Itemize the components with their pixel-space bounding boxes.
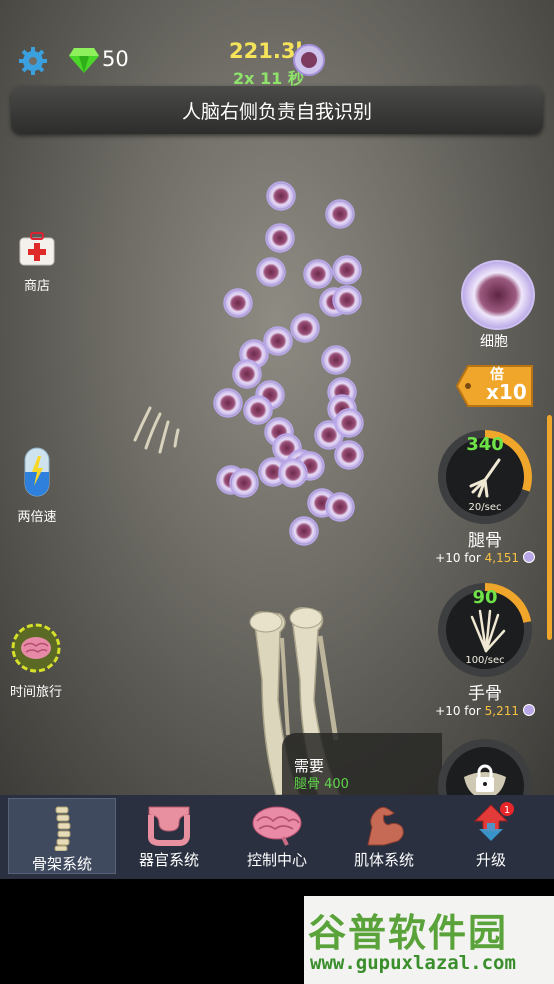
bottom-nav: 骨架系统 器官系统 控制中心 肌体系统 1 升级 — [0, 795, 554, 879]
top-bar: 50 221.3k 2x 11 秒 — [0, 38, 554, 88]
floating-cell[interactable] — [332, 285, 362, 315]
gem-icon — [69, 48, 99, 73]
floating-cell[interactable] — [256, 257, 286, 287]
floating-cell[interactable] — [325, 492, 355, 522]
locked-upgrade[interactable] — [436, 737, 534, 795]
upgrade-cost: +10 for 5,211 — [416, 704, 554, 718]
floating-cell[interactable] — [290, 313, 320, 343]
svg-text:1: 1 — [504, 805, 510, 816]
locked-ring — [438, 739, 532, 795]
upgrade-level: 340 — [466, 434, 504, 455]
claw-marks — [133, 406, 180, 454]
double-speed-button[interactable]: 两倍速 — [10, 446, 64, 525]
tab-control-center[interactable]: 控制中心 — [223, 795, 331, 873]
tab-label: 骨架系统 — [31, 855, 92, 873]
tab-label: 升级 — [475, 851, 506, 869]
upgrade-leg-bone[interactable]: 340 20/sec 腿骨 +10 for 4,151 — [435, 428, 535, 565]
floating-cell[interactable] — [229, 468, 259, 498]
upgrade-name: 腿骨 — [468, 531, 502, 551]
tab-label: 器官系统 — [138, 851, 199, 869]
requirement-panel: 需要 腿骨 400 — [282, 733, 442, 795]
requirement-text: 腿骨 400 — [294, 777, 349, 792]
floating-cell[interactable] — [289, 516, 319, 546]
tab-skeleton-system[interactable]: 骨架系统 — [8, 798, 116, 874]
first-aid-kit-icon — [19, 232, 55, 266]
fact-banner: 人脑右侧负责自我识别 — [11, 86, 543, 134]
brain-clock-icon — [11, 623, 61, 673]
upgrade-rate: 20/sec — [468, 502, 502, 513]
time-travel-button[interactable]: 时间旅行 — [6, 623, 66, 700]
watermark-title: 谷普软件园 — [308, 911, 509, 955]
hand-bone-icon — [470, 609, 506, 653]
floating-cell[interactable] — [213, 388, 243, 418]
big-cell-icon[interactable] — [458, 257, 538, 333]
floating-cell[interactable] — [334, 440, 364, 470]
watermark: 谷普软件园 www.gupuxlazal.com — [304, 896, 554, 984]
cell-currency-icon — [522, 551, 535, 563]
floating-cell[interactable] — [334, 408, 364, 438]
upgrade-cost: +10 for 4,151 — [416, 551, 554, 565]
floating-cell[interactable] — [223, 288, 253, 318]
shop-button[interactable]: 商店 — [12, 231, 62, 294]
gem-count: 50 — [102, 47, 129, 71]
spine-icon — [54, 806, 71, 851]
shop-label: 商店 — [23, 279, 50, 294]
cell-label: 细胞 — [480, 334, 508, 350]
upgrade-arrow-icon: 1 — [473, 802, 514, 841]
time-travel-label: 时间旅行 — [9, 685, 62, 700]
tab-label: 肌体系统 — [353, 851, 414, 869]
tab-upgrade[interactable]: 1 升级 — [437, 795, 545, 873]
upgrade-scrollbar[interactable] — [547, 415, 552, 640]
floating-cell[interactable] — [325, 199, 355, 229]
intestine-icon — [148, 806, 190, 846]
watermark-url: www.gupuxlazal.com — [310, 952, 516, 974]
upgrade-name: 手骨 — [468, 684, 502, 704]
muscle-arm-icon — [367, 806, 404, 846]
pill-icon — [24, 447, 50, 497]
floating-cell[interactable] — [332, 255, 362, 285]
floating-cell[interactable] — [243, 395, 273, 425]
game-scene[interactable]: 50 221.3k 2x 11 秒 人脑右侧负责自我识别 商店 两倍速 时间旅行… — [0, 0, 554, 795]
cell-currency-icon — [522, 704, 535, 716]
tab-label: 控制中心 — [246, 851, 307, 869]
floating-cell[interactable] — [321, 345, 351, 375]
tab-organ-system[interactable]: 器官系统 — [115, 795, 223, 873]
upgrade-hand-bone[interactable]: 90 100/sec 手骨 +10 for 5,211 — [435, 581, 535, 718]
leg-bone-icon — [469, 458, 501, 498]
floating-cell[interactable] — [278, 458, 308, 488]
brain-icon — [252, 806, 302, 846]
floating-cell[interactable] — [265, 223, 295, 253]
floating-cell[interactable] — [303, 259, 333, 289]
floating-cell[interactable] — [232, 359, 262, 389]
gear-icon[interactable] — [18, 46, 48, 76]
floating-cell[interactable] — [266, 181, 296, 211]
upgrade-level: 90 — [472, 587, 498, 608]
double-speed-label: 两倍速 — [17, 510, 57, 525]
cell-currency-icon — [293, 44, 325, 76]
tab-muscle-system[interactable]: 肌体系统 — [330, 795, 438, 873]
upgrade-rate: 100/sec — [465, 655, 505, 666]
multiplier-value: x10 — [486, 380, 527, 404]
